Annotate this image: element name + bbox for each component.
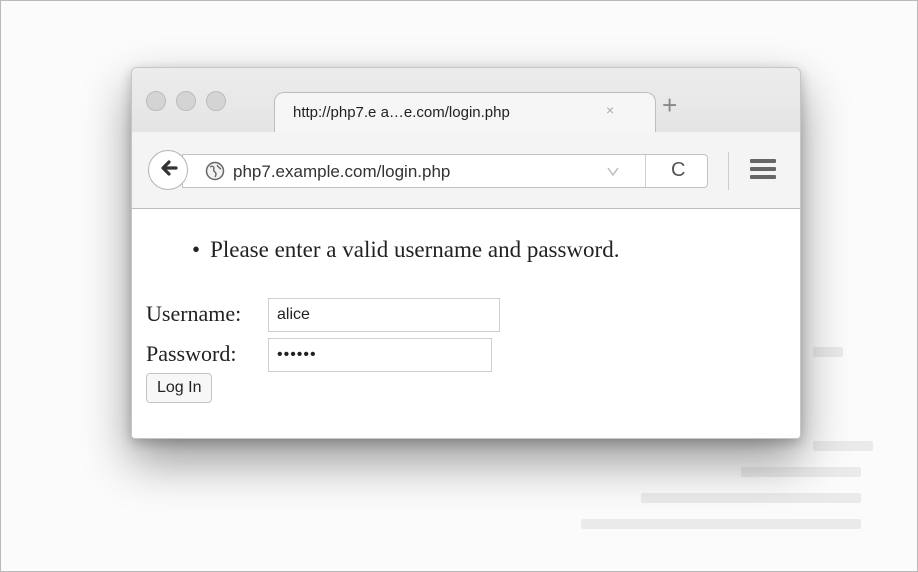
- maximize-window-icon[interactable]: [206, 91, 226, 111]
- reload-icon[interactable]: C: [671, 159, 685, 182]
- address-bar-divider: [645, 155, 646, 187]
- background-text-line: [581, 519, 861, 529]
- background-text-line: [741, 467, 861, 477]
- back-button[interactable]: [148, 150, 188, 190]
- log-in-button[interactable]: Log In: [146, 373, 213, 403]
- screenshot-frame: http://php7.e a…e.com/login.php × + php7…: [0, 0, 918, 572]
- url-text[interactable]: php7.example.com/login.php: [233, 162, 450, 182]
- navigation-toolbar: php7.example.com/login.php C: [132, 132, 800, 208]
- toolbar-divider: [728, 152, 729, 190]
- password-field[interactable]: [268, 338, 492, 372]
- browser-tab[interactable]: http://php7.e a…e.com/login.php ×: [274, 92, 656, 133]
- browser-window: http://php7.e a…e.com/login.php × + php7…: [131, 67, 801, 439]
- password-label: Password:: [146, 341, 237, 366]
- address-bar[interactable]: php7.example.com/login.php C: [182, 154, 708, 188]
- browser-chrome: http://php7.e a…e.com/login.php × + php7…: [132, 68, 800, 209]
- new-tab-button[interactable]: +: [662, 92, 677, 118]
- error-message: Please enter a valid username and passwo…: [192, 237, 619, 263]
- hamburger-menu-icon[interactable]: [750, 159, 776, 183]
- error-list: Please enter a valid username and passwo…: [192, 237, 619, 263]
- page-content: Please enter a valid username and passwo…: [132, 209, 800, 438]
- tab-title: http://php7.e a…e.com/login.php: [293, 104, 510, 121]
- chevron-down-icon[interactable]: [607, 164, 619, 182]
- background-text-line: [813, 347, 843, 357]
- username-field[interactable]: [268, 298, 500, 332]
- close-window-icon[interactable]: [146, 91, 166, 111]
- username-label: Username:: [146, 301, 242, 326]
- globe-icon: [205, 161, 225, 186]
- minimize-window-icon[interactable]: [176, 91, 196, 111]
- back-arrow-icon: [157, 157, 179, 184]
- tab-close-icon[interactable]: ×: [606, 102, 614, 118]
- background-text-line: [641, 493, 861, 503]
- background-text-line: [813, 441, 873, 451]
